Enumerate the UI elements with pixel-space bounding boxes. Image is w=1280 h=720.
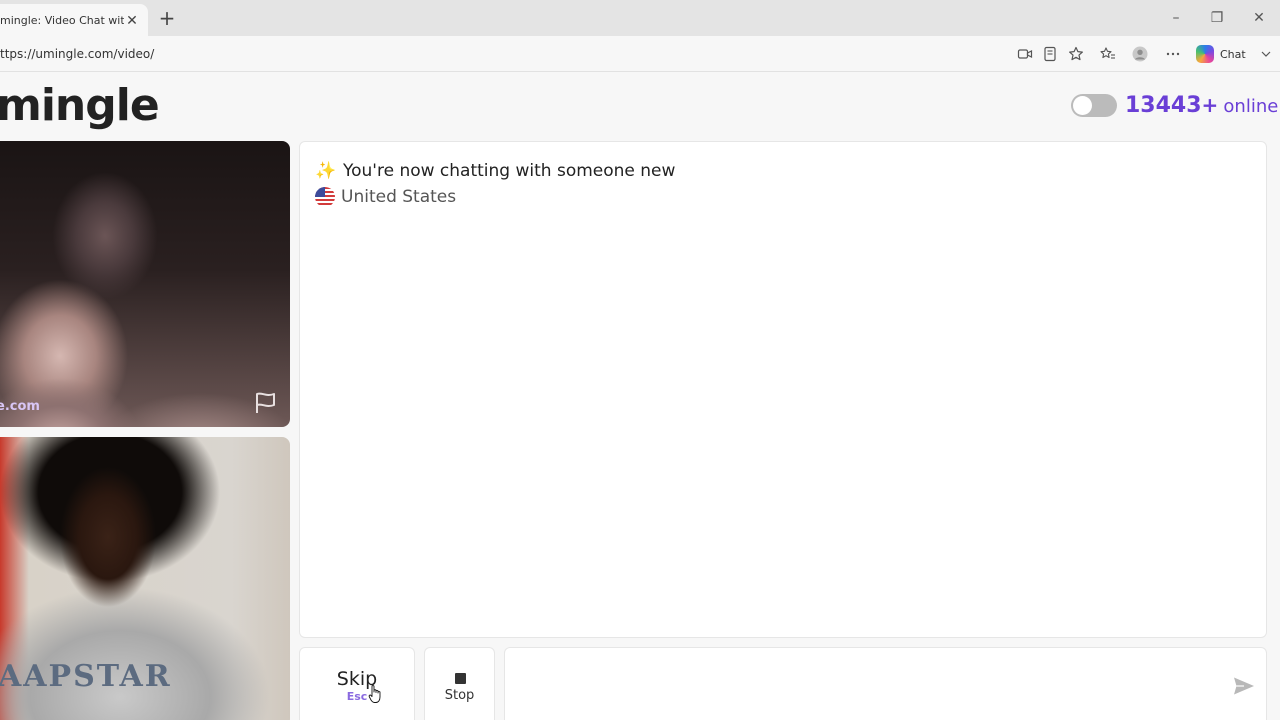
favorite-star-icon[interactable] [1066, 44, 1086, 64]
window-close-icon[interactable]: ✕ [1249, 8, 1269, 28]
url-text[interactable]: ttps://umingle.com/video/ [0, 47, 154, 61]
chat-status: ✨ You're now chatting with someone new [315, 161, 675, 181]
tab-title: mingle: Video Chat with Stra [0, 13, 124, 27]
site-logo[interactable]: mingle [0, 80, 160, 132]
shirt-text: AAPSTAR [0, 659, 172, 694]
stranger-video: e.com [0, 141, 290, 427]
country-name: United States [341, 187, 457, 207]
stop-square-icon [455, 673, 466, 684]
new-tab-icon[interactable]: + [156, 8, 178, 30]
message-input[interactable] [515, 658, 1215, 714]
favorites-list-icon[interactable] [1098, 44, 1118, 64]
browser-tab[interactable]: mingle: Video Chat with Stra ✕ [0, 4, 148, 36]
online-count: 13443 [1125, 93, 1202, 118]
self-video: AAPSTAR [0, 437, 290, 720]
theme-toggle[interactable] [1071, 94, 1117, 117]
skip-button[interactable]: Skip Esc [299, 647, 415, 720]
browser-tab-bar: mingle: Video Chat with Stra ✕ + – ❐ ✕ [0, 0, 1280, 36]
stop-label: Stop [444, 688, 475, 703]
copilot-icon [1196, 45, 1214, 63]
skip-shortcut-key: Esc [346, 690, 368, 703]
online-label: online [1223, 96, 1279, 117]
copilot-chat-button[interactable]: Chat [1196, 43, 1246, 65]
reading-view-icon[interactable] [1040, 44, 1060, 64]
us-flag-icon [315, 187, 335, 207]
minimize-icon[interactable]: – [1166, 8, 1186, 28]
stop-button[interactable]: Stop [424, 647, 495, 720]
stranger-country: United States [315, 187, 456, 207]
sparkle-icon: ✨ [315, 161, 337, 181]
address-bar: ttps://umingle.com/video/ Chat [0, 36, 1280, 72]
chevron-down-icon[interactable] [1260, 48, 1272, 60]
more-options-icon[interactable] [1163, 44, 1183, 64]
report-flag-icon[interactable] [252, 390, 280, 416]
hand-cursor-icon [368, 685, 381, 703]
camera-icon[interactable] [1015, 44, 1035, 64]
online-counter: 13443+ online [1125, 93, 1278, 118]
tab-close-icon[interactable]: ✕ [124, 12, 140, 28]
chat-label: Chat [1220, 47, 1246, 61]
chat-status-text: You're now chatting with someone new [343, 161, 676, 181]
online-plus: + [1201, 93, 1219, 117]
skip-label: Skip [336, 668, 378, 690]
message-box [504, 647, 1267, 720]
chat-log-panel: ✨ You're now chatting with someone new U… [299, 141, 1267, 638]
toggle-knob [1073, 96, 1092, 115]
profile-avatar-icon[interactable] [1130, 44, 1150, 64]
send-icon[interactable] [1233, 676, 1255, 696]
restore-icon[interactable]: ❐ [1207, 8, 1227, 28]
video-watermark: e.com [0, 399, 40, 414]
